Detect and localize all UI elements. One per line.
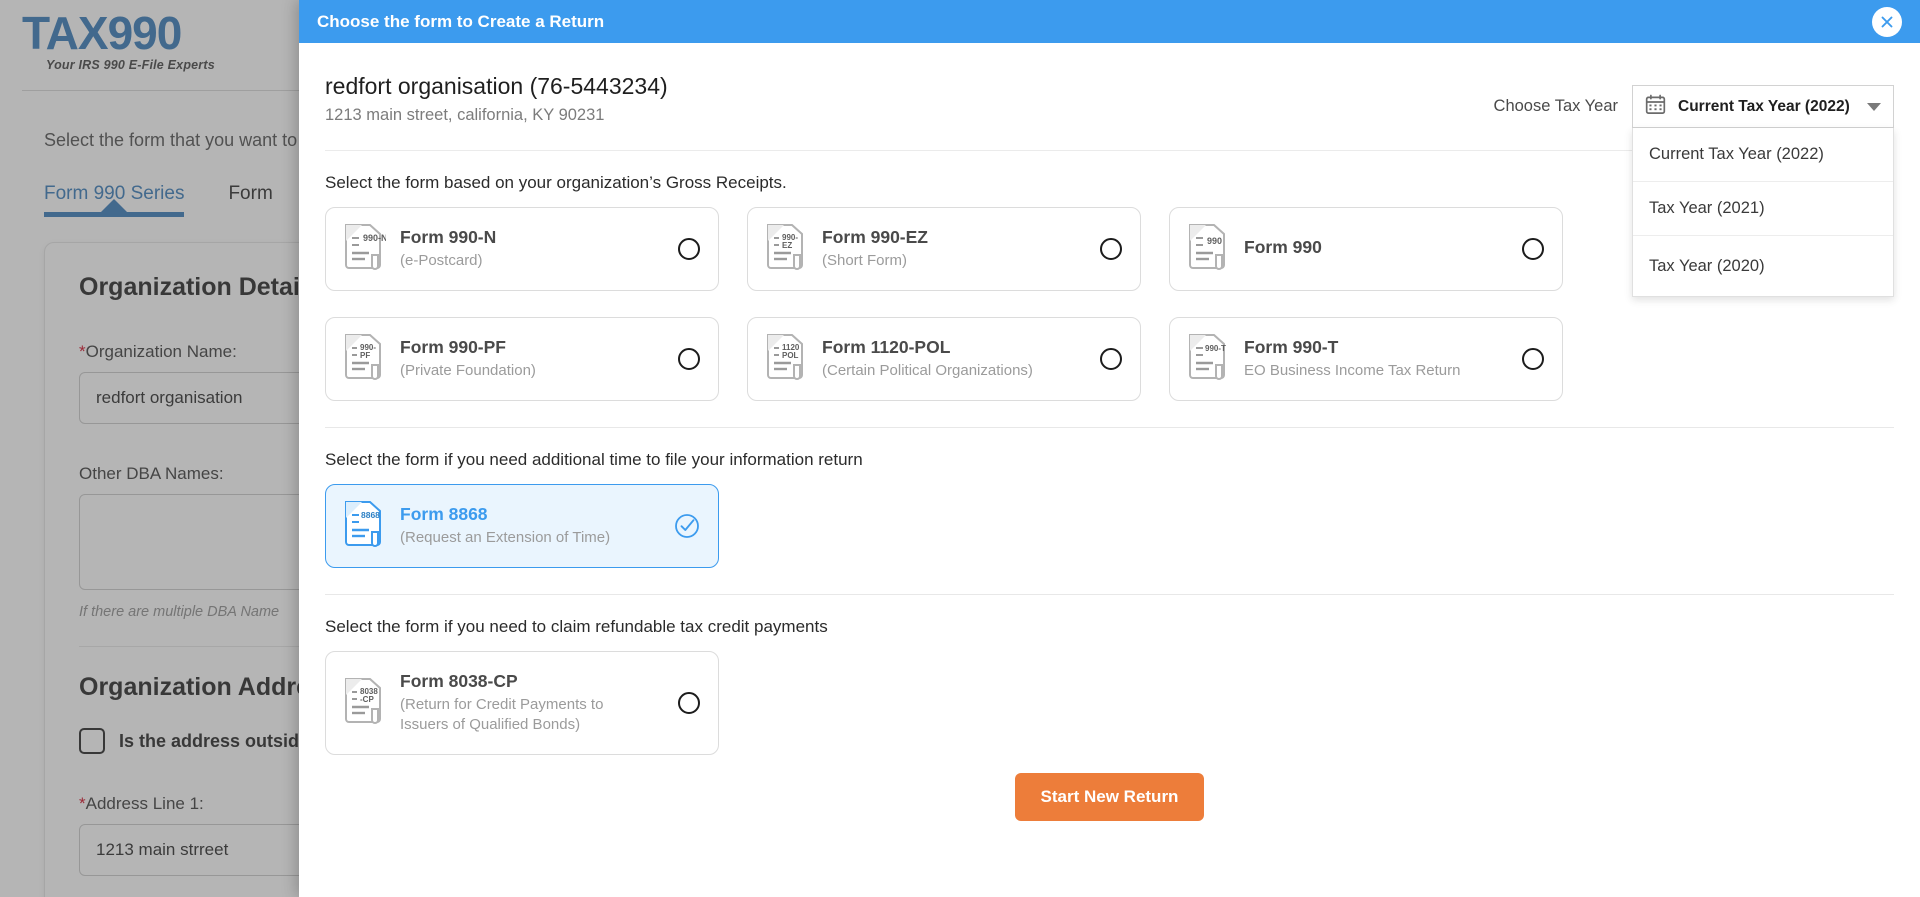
svg-text:990-T: 990-T <box>1205 344 1226 353</box>
form-card-990-pf[interactable]: 990- PF Form 990-PF (Private Foundation) <box>325 317 719 401</box>
organization-header-row: redfort organisation (76-5443234) 1213 m… <box>325 43 1894 297</box>
tax-year-option[interactable]: Tax Year (2021) <box>1633 182 1893 236</box>
form-selected-check-icon[interactable] <box>674 513 700 539</box>
form-radio-button[interactable] <box>1100 238 1122 260</box>
form-card-8868[interactable]: 8868 Form 8868 (Request an Extension of … <box>325 484 719 568</box>
document-8868-icon: 8868 <box>342 499 386 554</box>
form-card-990-ez[interactable]: 990- EZ Form 990-EZ (Short Form) <box>747 207 1141 291</box>
chevron-down-icon <box>1867 102 1881 111</box>
create-return-modal: Choose the form to Create a Return redfo… <box>299 0 1920 897</box>
form-card-990-t[interactable]: 990-T Form 990-T EO Business Income Tax … <box>1169 317 1563 401</box>
choose-tax-year-label: Choose Tax Year <box>1493 97 1618 115</box>
modal-body: redfort organisation (76-5443234) 1213 m… <box>299 43 1920 897</box>
form-radio-button[interactable] <box>1522 348 1544 370</box>
modal-title: Choose the form to Create a Return <box>317 11 605 31</box>
organization-name: redfort organisation (76-5443234) <box>325 73 668 99</box>
form-radio-button[interactable] <box>678 692 700 714</box>
start-new-return-button[interactable]: Start New Return <box>1014 773 1205 821</box>
document-8038-cp-icon: 8038 -CP <box>342 676 386 731</box>
form-subtitle: (Short Form) <box>822 251 908 269</box>
section-divider-credit <box>325 594 1894 595</box>
svg-text:EZ: EZ <box>782 241 792 250</box>
form-title: Form 1120-POL <box>822 336 951 357</box>
form-card-990-n[interactable]: 990-N Form 990-N (e-Postcard) <box>325 207 719 291</box>
form-radio-button[interactable] <box>1522 238 1544 260</box>
form-card-1120-pol[interactable]: 1120 POL Form 1120-POL (Certain Politica… <box>747 317 1141 401</box>
form-subtitle: (e-Postcard) <box>400 251 483 269</box>
document-1120-pol-icon: 1120 POL <box>764 332 808 387</box>
modal-header: Choose the form to Create a Return <box>299 0 1920 43</box>
calendar-icon <box>1645 94 1666 120</box>
svg-text:8868: 8868 <box>361 510 380 520</box>
form-subtitle: (Certain Political Organizations) <box>822 361 1033 379</box>
form-radio-button[interactable] <box>1100 348 1122 370</box>
tax-year-option[interactable]: Tax Year (2020) <box>1633 236 1893 296</box>
form-title: Form 990-N <box>400 226 497 247</box>
form-title: Form 8868 <box>400 503 488 524</box>
form-subtitle: (Return for Credit Payments to Issuers o… <box>400 695 604 733</box>
tax-year-select-box: Current Tax Year (2022) Current Tax Year… <box>1632 85 1894 297</box>
organization-info: redfort organisation (76-5443234) 1213 m… <box>325 73 668 125</box>
form-card-text: Form 8038-CP (Return for Credit Payments… <box>400 671 678 736</box>
form-card-990[interactable]: 990 Form 990 <box>1169 207 1563 291</box>
form-radio-button[interactable] <box>678 348 700 370</box>
form-card-text: Form 990-T EO Business Income Tax Return <box>1244 337 1522 381</box>
document-990-t-icon: 990-T <box>1186 332 1230 387</box>
screen: TAX990 Your IRS 990 E-File Experts Selec… <box>0 0 1920 897</box>
form-card-text: Form 990-PF (Private Foundation) <box>400 337 678 381</box>
document-990-n-icon: 990-N <box>342 222 388 277</box>
form-title: Form 990 <box>1244 237 1322 257</box>
document-990-icon: 990 <box>1186 222 1230 277</box>
svg-text:990: 990 <box>1207 236 1222 246</box>
form-subtitle: EO Business Income Tax Return <box>1244 361 1461 379</box>
form-card-text: Form 990-N (e-Postcard) <box>400 227 678 271</box>
form-title: Form 990-EZ <box>822 226 928 247</box>
document-990-pf-icon: 990- PF <box>342 332 386 387</box>
form-card-8038-cp[interactable]: 8038 -CP Form 8038-CP (Return for Credit… <box>325 651 719 755</box>
close-icon[interactable] <box>1872 6 1902 37</box>
modal-footer: Start New Return <box>325 755 1894 847</box>
svg-text:PF: PF <box>360 351 370 360</box>
svg-text:-CP: -CP <box>360 695 374 704</box>
document-990-ez-icon: 990- EZ <box>764 222 808 277</box>
form-cards-grid-credit: 8038 -CP Form 8038-CP (Return for Credit… <box>325 651 1894 755</box>
form-card-text: Form 8868 (Request an Extension of Time) <box>400 504 674 548</box>
tax-year-dropdown-menu: Current Tax Year (2022) Tax Year (2021) … <box>1632 128 1894 297</box>
tax-year-select[interactable]: Current Tax Year (2022) <box>1632 85 1894 128</box>
form-title: Form 990-T <box>1244 336 1339 357</box>
section-heading-extension: Select the form if you need additional t… <box>325 450 863 469</box>
section-heading-credit-payments: Select the form if you need to claim ref… <box>325 617 828 636</box>
svg-text:990-N: 990-N <box>363 233 386 243</box>
form-subtitle: (Request an Extension of Time) <box>400 528 611 546</box>
form-card-text: Form 1120-POL (Certain Political Organiz… <box>822 337 1100 381</box>
tax-year-picker: Choose Tax Year Current Tax Year (2022) … <box>1493 73 1894 297</box>
form-card-text: Form 990 <box>1244 237 1522 261</box>
form-title: Form 990-PF <box>400 336 506 357</box>
svg-text:POL: POL <box>782 351 799 360</box>
tax-year-option[interactable]: Current Tax Year (2022) <box>1633 128 1893 182</box>
form-subtitle: (Private Foundation) <box>400 361 536 379</box>
form-cards-grid-extension: 8868 Form 8868 (Request an Extension of … <box>325 484 1894 568</box>
form-card-text: Form 990-EZ (Short Form) <box>822 227 1100 271</box>
section-divider-extension <box>325 427 1894 428</box>
organization-address: 1213 main street, california, KY 90231 <box>325 106 605 124</box>
form-title: Form 8038-CP <box>400 670 518 691</box>
tax-year-selected-value: Current Tax Year (2022) <box>1678 97 1850 115</box>
form-radio-button[interactable] <box>678 238 700 260</box>
